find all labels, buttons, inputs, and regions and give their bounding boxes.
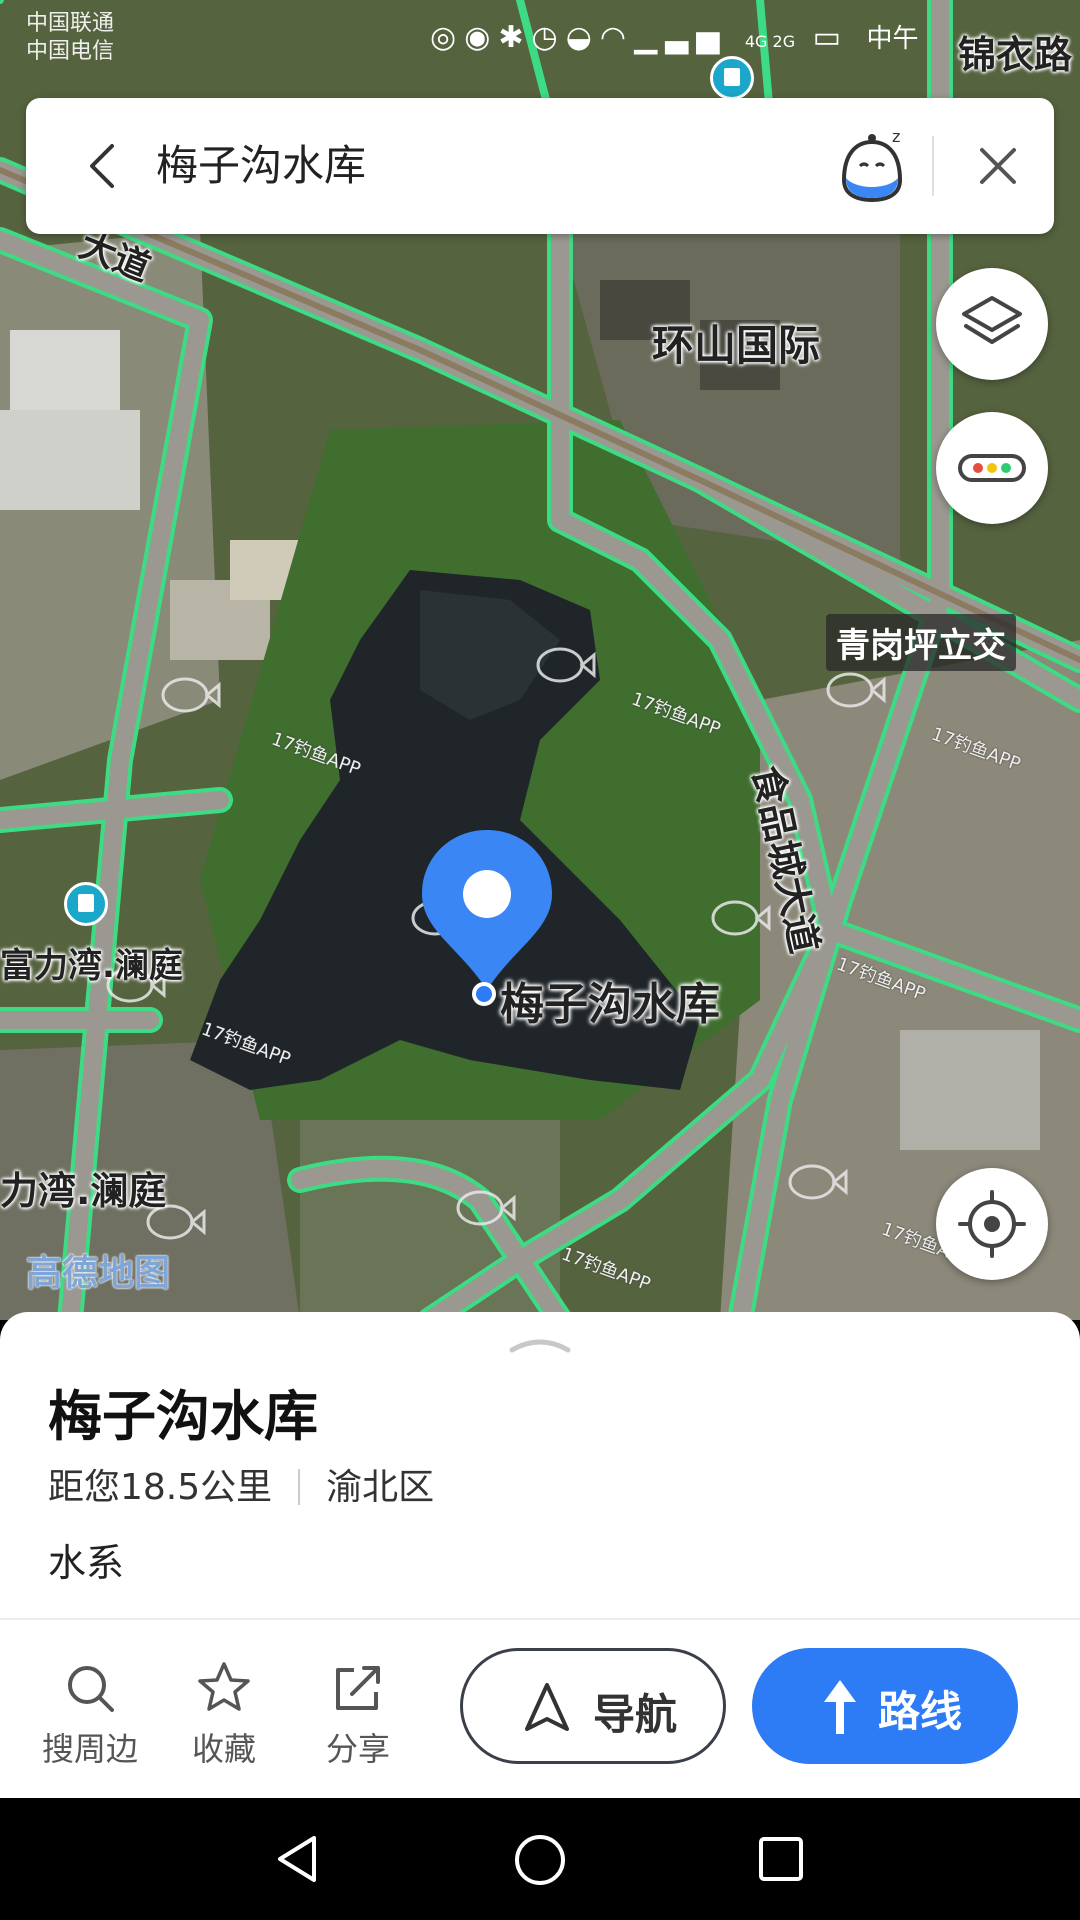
- map-label-fuliwan-2[interactable]: 力湾.澜庭: [0, 1160, 166, 1215]
- search-nearby-button[interactable]: 搜周边: [30, 1660, 150, 1770]
- amap-logo: 高德地图: [26, 1253, 171, 1294]
- route-label: 路线: [878, 1687, 963, 1736]
- close-icon[interactable]: [970, 138, 1026, 194]
- map-label-huanshan[interactable]: 环山国际: [652, 312, 820, 373]
- carrier-line-2: 中国电信: [26, 39, 115, 64]
- star-icon: [198, 1662, 250, 1711]
- location-icon: ◉: [464, 20, 499, 55]
- map-label-fuliwan[interactable]: 富力湾.澜庭: [0, 938, 183, 987]
- location-pin-icon[interactable]: [420, 830, 554, 990]
- place-title: 梅子沟水库: [48, 1385, 318, 1448]
- android-home-icon[interactable]: [512, 1832, 568, 1888]
- pin-dot: [472, 982, 496, 1006]
- android-back-icon[interactable]: [270, 1832, 324, 1886]
- eye-icon: ◒: [565, 20, 600, 55]
- favorite-label: 收藏: [191, 1730, 256, 1768]
- locate-button[interactable]: [936, 1168, 1048, 1280]
- signal-icon: ▁▃▅: [634, 20, 728, 55]
- navigate-button[interactable]: 导航: [460, 1648, 726, 1764]
- navigate-label: 导航: [593, 1690, 678, 1739]
- locate-icon: [958, 1190, 1026, 1258]
- search-divider: [932, 136, 934, 196]
- search-nearby-label: 搜周边: [41, 1730, 138, 1768]
- sheet-handle-icon[interactable]: [508, 1334, 572, 1354]
- sheet-divider: [0, 1618, 1080, 1620]
- voice-assistant-icon[interactable]: z: [826, 120, 918, 212]
- traffic-icon: [958, 454, 1026, 482]
- route-button[interactable]: 路线: [752, 1648, 1018, 1764]
- carrier-line-1: 中国联通: [26, 11, 115, 36]
- layers-button[interactable]: [936, 268, 1048, 380]
- map-label-qinggangping[interactable]: 青岗坪立交: [826, 614, 1016, 671]
- search-icon: [68, 1666, 114, 1712]
- place-category: 水系: [48, 1541, 125, 1585]
- network-type: 4G 2G: [744, 32, 796, 51]
- layers-icon: [962, 296, 1022, 344]
- clock: 中午: [866, 24, 919, 54]
- favorite-button[interactable]: 收藏: [164, 1660, 284, 1770]
- status-bar: 中国联通 中国电信 ◎◉✱◷◒◠▁▃▅ 4G 2G ▭ 中午: [0, 0, 1080, 90]
- wifi-icon: ◠: [599, 20, 635, 55]
- alarm-icon: ◷: [531, 20, 566, 55]
- share-icon: [336, 1666, 380, 1710]
- carrier-info: 中国联通 中国电信: [26, 10, 114, 66]
- share-button[interactable]: 分享: [298, 1660, 418, 1770]
- back-icon[interactable]: [74, 136, 134, 196]
- place-distance: 距您18.5公里: [48, 1467, 273, 1508]
- headset-icon: ◎: [430, 20, 465, 55]
- place-detail-sheet[interactable]: 梅子沟水库 距您18.5公里 渝北区 水系 搜周边 收藏 分享 导航 路线: [0, 1312, 1080, 1798]
- search-query[interactable]: 梅子沟水库: [156, 132, 366, 193]
- meta-separator: [298, 1469, 301, 1505]
- pin-label[interactable]: 梅子沟水库: [500, 968, 720, 1032]
- traffic-button[interactable]: [936, 412, 1048, 524]
- route-icon: [824, 1680, 856, 1734]
- android-recents-icon[interactable]: [756, 1834, 806, 1884]
- bluetooth-icon: ✱: [498, 20, 532, 55]
- system-nav-bar: [0, 1798, 1080, 1920]
- svg-text:z: z: [892, 127, 900, 146]
- status-icons: ◎◉✱◷◒◠▁▃▅ 4G 2G ▭ 中午: [430, 18, 919, 55]
- place-meta: 距您18.5公里 渝北区: [48, 1458, 434, 1510]
- search-bar[interactable]: 梅子沟水库 z: [26, 98, 1054, 234]
- navigate-icon: [525, 1683, 569, 1731]
- poi-building-icon[interactable]: [64, 882, 108, 926]
- place-district: 渝北区: [326, 1467, 435, 1508]
- share-label: 分享: [325, 1730, 390, 1768]
- battery-icon: ▭: [812, 20, 849, 55]
